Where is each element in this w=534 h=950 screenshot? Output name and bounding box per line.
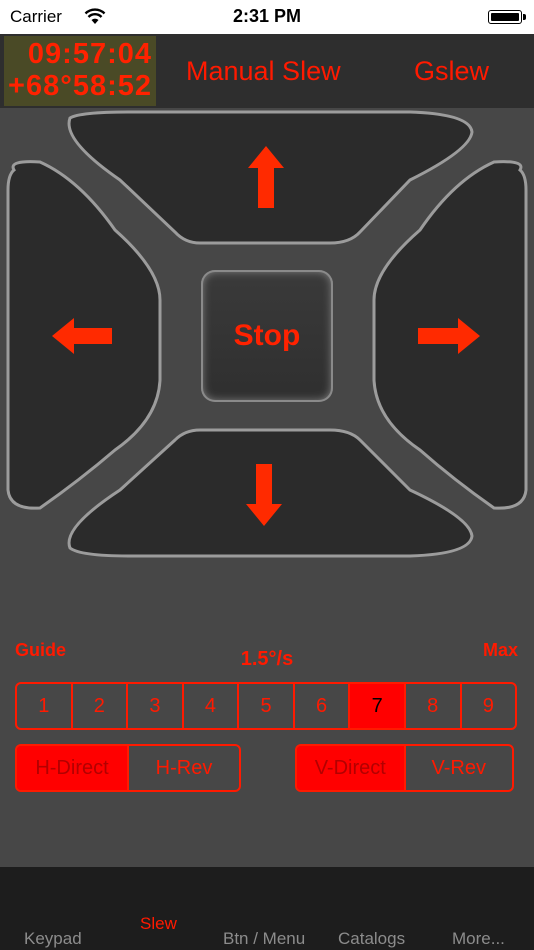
speed-readout: 1.5°/s (240, 648, 294, 670)
horizontal-direction-toggle: H-Direct H-Rev (15, 744, 241, 792)
speed-option[interactable]: 1 (17, 684, 71, 728)
h-rev-option[interactable]: H-Rev (127, 746, 239, 790)
down-button[interactable] (67, 428, 474, 558)
h-direct-option[interactable]: H-Direct (17, 746, 127, 790)
speed-option[interactable]: 4 (181, 684, 238, 728)
vertical-direction-toggle: V-Direct V-Rev (295, 744, 514, 792)
right-button[interactable] (372, 160, 528, 510)
tab-catalogs[interactable]: Catalogs (338, 929, 405, 949)
speed-option[interactable]: 9 (459, 684, 516, 728)
stop-button[interactable]: Stop (201, 270, 333, 402)
tab-slew[interactable]: Slew (140, 914, 177, 934)
speed-selector: 1 2 3 4 5 6 7 8 9 (15, 682, 517, 730)
speed-option[interactable]: 5 (237, 684, 293, 728)
left-button[interactable] (6, 160, 162, 510)
speed-option[interactable]: 6 (292, 684, 349, 728)
max-label: Max (482, 640, 518, 660)
speed-option-selected[interactable]: 7 (348, 684, 404, 728)
tab-bar: Keypad Slew Btn / Menu Catalogs More... (0, 867, 534, 950)
tab-keypad[interactable]: Keypad (24, 929, 82, 949)
up-button[interactable] (67, 110, 474, 245)
speed-option[interactable]: 8 (403, 684, 460, 728)
speed-option[interactable]: 3 (126, 684, 182, 728)
v-direct-option[interactable]: V-Direct (297, 746, 404, 790)
speed-option[interactable]: 2 (70, 684, 127, 728)
tab-more[interactable]: More... (452, 929, 505, 949)
v-rev-option[interactable]: V-Rev (403, 746, 513, 790)
tab-btn-menu[interactable]: Btn / Menu (223, 929, 305, 949)
